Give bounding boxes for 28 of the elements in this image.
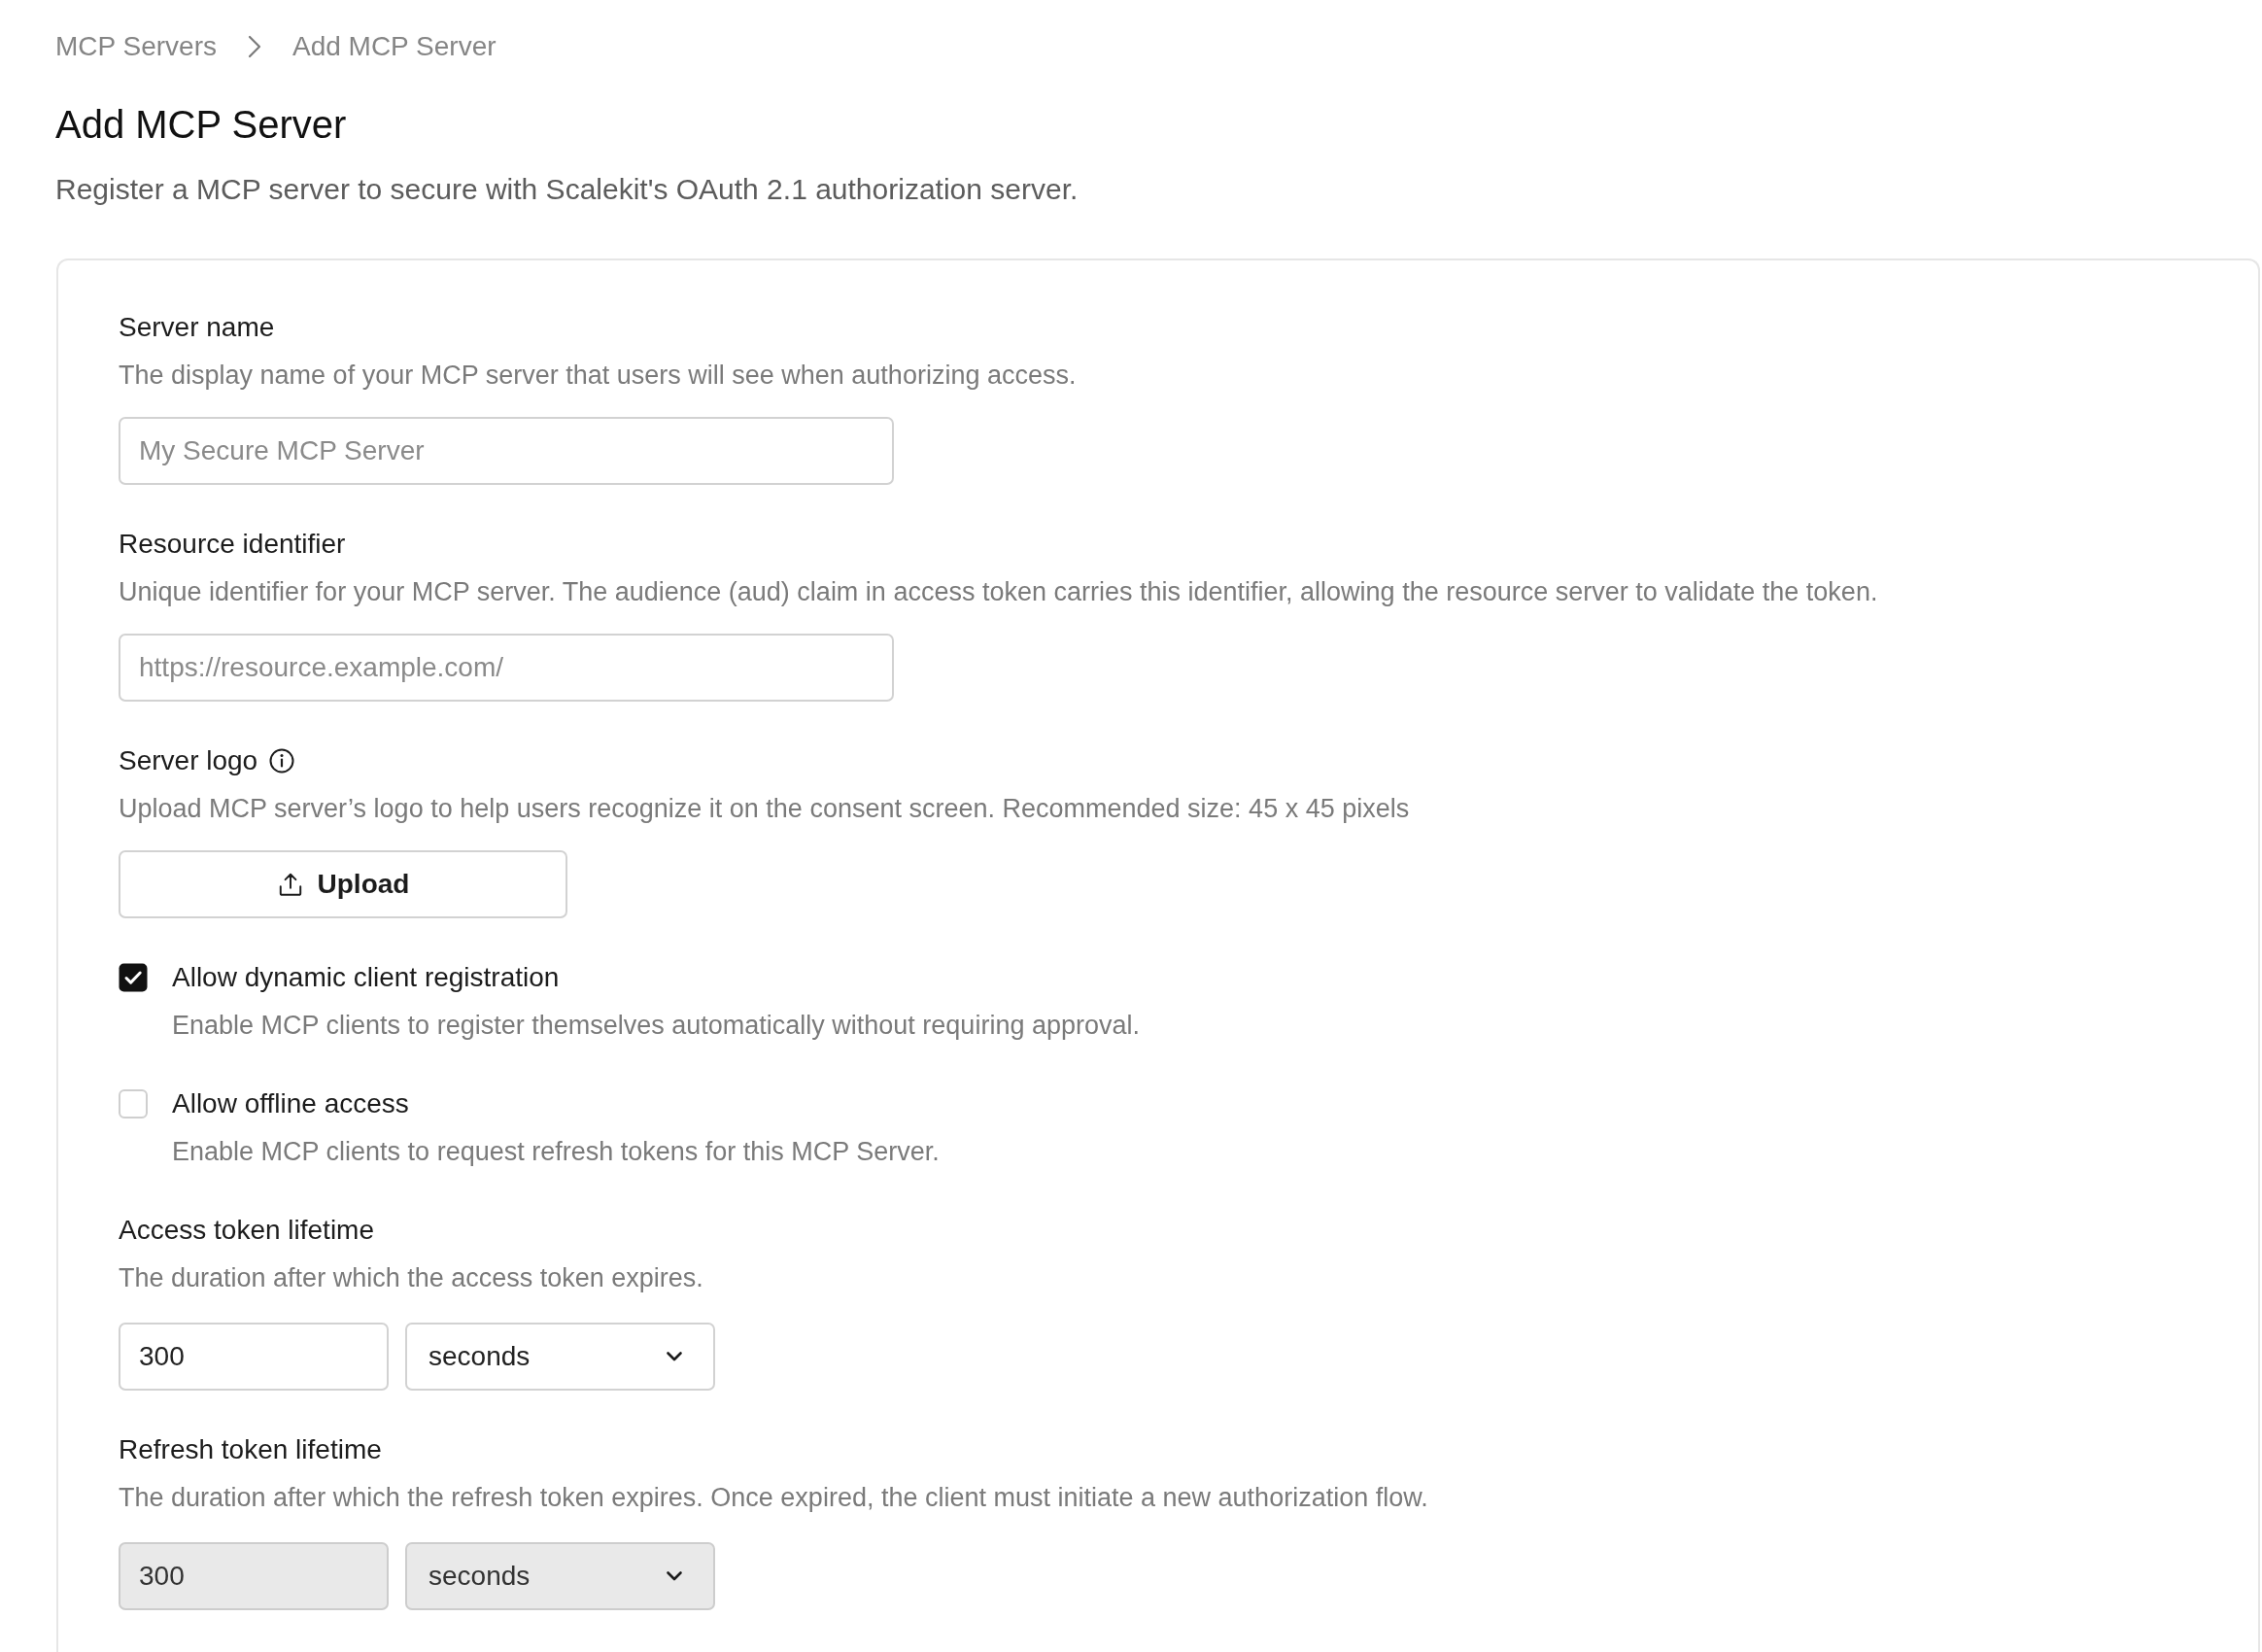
breadcrumb-link[interactable]: MCP Servers bbox=[55, 27, 217, 66]
field-label: Resource identifier bbox=[119, 528, 346, 561]
checkbox[interactable] bbox=[119, 963, 148, 992]
field-label: Access token lifetime bbox=[119, 1214, 374, 1247]
upload-button[interactable]: Upload bbox=[119, 850, 567, 918]
field-description: The duration after which the access token expires. bbox=[119, 1262, 704, 1294]
chevron-down-icon bbox=[666, 1351, 683, 1362]
page-subtitle: Register a MCP server to secure with Scalekit's OAuth 2.1 authorization server. bbox=[55, 172, 1080, 207]
field-description: Upload MCP server’s logo to help users recognize it on the consent screen. Recommended size: 45 x 45 pixels bbox=[119, 793, 1411, 825]
text-input[interactable]: https://resource.example.com/ bbox=[119, 634, 894, 702]
chevron-down-icon bbox=[666, 1570, 683, 1582]
chevron-right-icon bbox=[247, 35, 261, 58]
field-description: Unique identifier for your MCP server. The audience (aud) claim in access token carries this identifier, allowing the resource server to validate the token. bbox=[119, 576, 1879, 608]
number-input[interactable]: 300 bbox=[119, 1323, 389, 1391]
field-description: The duration after which the refresh token expires. Once expired, the client must initiate a new authorization flow. bbox=[119, 1482, 1429, 1514]
field-description: The display name of your MCP server that users will see when authorizing access. bbox=[119, 360, 1078, 392]
field-label: Server name bbox=[119, 311, 275, 344]
checkbox[interactable] bbox=[119, 1089, 148, 1119]
checkbox-label: Allow offline access bbox=[172, 1087, 409, 1120]
unit-select[interactable]: seconds bbox=[405, 1323, 715, 1391]
field-label: Server logo bbox=[119, 744, 258, 777]
field-label: Refresh token lifetime bbox=[119, 1433, 382, 1466]
page-title: Add MCP Server bbox=[55, 102, 348, 148]
checkbox-label: Allow dynamic client registration bbox=[172, 961, 560, 994]
field-description: Enable MCP clients to request refresh tokens for this MCP Server. bbox=[172, 1136, 941, 1168]
text-input[interactable]: My Secure MCP Server bbox=[119, 417, 894, 485]
field-description: Enable MCP clients to register themselves automatically without requiring approval. bbox=[172, 1010, 1141, 1042]
breadcrumb-current: Add MCP Server bbox=[291, 30, 497, 63]
